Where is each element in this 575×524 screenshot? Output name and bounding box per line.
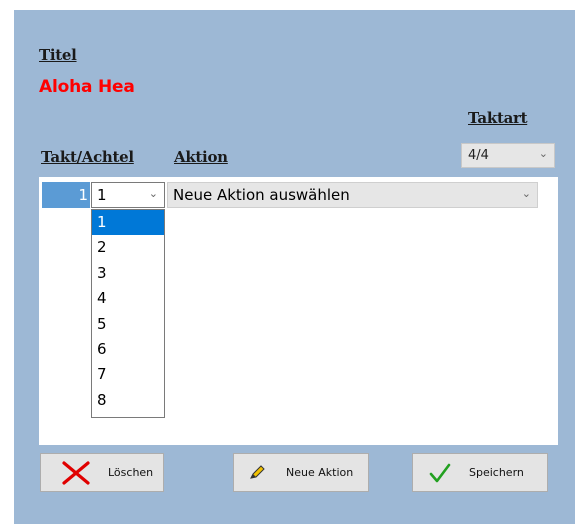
save-button[interactable]: Speichern xyxy=(412,453,548,492)
beat-dropdown-list[interactable]: 12345678 xyxy=(91,209,165,418)
x-icon xyxy=(62,461,90,485)
delete-button-label: Löschen xyxy=(108,466,154,479)
action-value: Neue Aktion auswählen xyxy=(173,186,350,204)
checkmark-icon xyxy=(429,463,451,483)
new-action-button-label: Neue Aktion xyxy=(286,466,354,479)
beat-option[interactable]: 4 xyxy=(92,286,164,311)
beat-option[interactable]: 8 xyxy=(92,388,164,413)
save-button-label: Speichern xyxy=(469,466,524,479)
title-label: Titel xyxy=(39,46,77,64)
new-action-button[interactable]: Neue Aktion xyxy=(233,453,369,492)
beat-option[interactable]: 7 xyxy=(92,362,164,387)
taktart-value: 4/4 xyxy=(468,148,489,163)
action-grid[interactable]: 1 1 ⌄ Neue Aktion auswählen ⌄ 12345678 xyxy=(39,177,558,445)
chevron-down-icon: ⌄ xyxy=(538,147,548,160)
beat-option[interactable]: 6 xyxy=(92,337,164,362)
beat-option[interactable]: 3 xyxy=(92,261,164,286)
column-header-aktion: Aktion xyxy=(174,148,228,166)
beat-select[interactable]: 1 ⌄ xyxy=(91,182,165,208)
chevron-down-icon: ⌄ xyxy=(148,187,158,200)
taktart-label: Taktart xyxy=(468,109,528,127)
beat-option[interactable]: 5 xyxy=(92,312,164,337)
beat-value: 1 xyxy=(97,186,107,204)
action-select[interactable]: Neue Aktion auswählen ⌄ xyxy=(167,182,538,208)
form-panel: Titel Aloha Hea Taktart 4/4 ⌄ Takt/Achte… xyxy=(14,10,575,524)
song-title: Aloha Hea xyxy=(39,77,135,97)
row-header[interactable]: 1 xyxy=(42,182,90,208)
chevron-down-icon: ⌄ xyxy=(521,187,531,200)
delete-button[interactable]: Löschen xyxy=(40,453,164,492)
taktart-select[interactable]: 4/4 ⌄ xyxy=(461,143,555,168)
beat-option[interactable]: 2 xyxy=(92,235,164,260)
beat-option[interactable]: 1 xyxy=(92,210,164,236)
pencil-icon xyxy=(250,465,265,479)
column-header-takt: Takt/Achtel xyxy=(41,148,134,166)
